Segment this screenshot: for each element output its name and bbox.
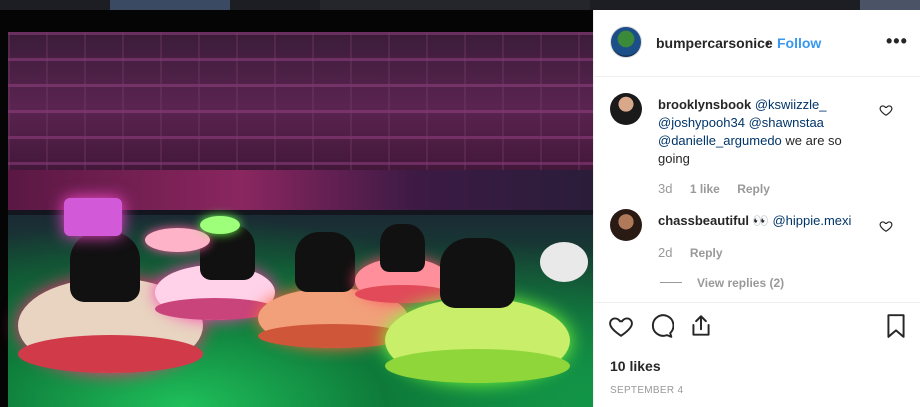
bumper-car: [385, 298, 570, 383]
bumper-car: [200, 216, 240, 234]
comment-time[interactable]: 3d: [658, 181, 672, 196]
background-page-strip: [0, 0, 920, 10]
view-replies-divider: [660, 282, 682, 283]
share-icon[interactable]: [688, 313, 714, 339]
comment-meta: 2d Reply: [658, 245, 737, 260]
post-side-panel: bumpercarsonice • Follow ••• brooklynsbo…: [593, 10, 920, 407]
follow-button[interactable]: Follow: [777, 35, 821, 51]
comment-meta: 3d 1 like Reply: [658, 181, 784, 196]
commenter-avatar[interactable]: [610, 93, 642, 125]
likes-count[interactable]: 10 likes: [610, 358, 661, 374]
glowing-block: [64, 198, 122, 236]
mention-link[interactable]: @hippie.mexi: [772, 213, 851, 228]
comment-bubble-icon[interactable]: [648, 313, 674, 339]
heart-outline-icon[interactable]: [608, 313, 634, 339]
reply-button[interactable]: Reply: [737, 182, 770, 196]
more-options-icon[interactable]: •••: [886, 31, 908, 52]
view-replies-button[interactable]: View replies (2): [697, 276, 798, 290]
separator-dot: •: [765, 35, 770, 51]
author-avatar[interactable]: [610, 26, 642, 58]
post-actions: 10 likes SEPTEMBER 4: [594, 302, 920, 407]
mention-link[interactable]: @shawnstaa: [749, 115, 824, 130]
comment-username[interactable]: brooklynsbook: [658, 97, 751, 112]
eyes-emoji: 👀: [752, 213, 769, 228]
commenter-avatar[interactable]: [610, 209, 642, 241]
bumper-car: [145, 228, 210, 252]
post-header: bumpercarsonice • Follow •••: [594, 10, 920, 77]
post-photo: [0, 10, 593, 407]
comment-text: chassbeautiful 👀 @hippie.mexi: [658, 212, 873, 230]
comment-item: brooklynsbook @kswiizzle_ @joshypooh34 @…: [594, 85, 920, 196]
comment-time[interactable]: 2d: [658, 245, 672, 260]
bumper-car: [540, 242, 588, 282]
post-date[interactable]: SEPTEMBER 4: [610, 385, 683, 396]
comment-username[interactable]: chassbeautiful: [658, 213, 749, 228]
heart-outline-icon[interactable]: [879, 219, 893, 233]
reply-button[interactable]: Reply: [690, 246, 723, 260]
rink-roof: [8, 32, 593, 182]
author-username[interactable]: bumpercarsonice: [656, 35, 773, 51]
heart-outline-icon[interactable]: [879, 103, 893, 117]
mention-link[interactable]: @danielle_argumedo: [658, 133, 782, 148]
mention-link[interactable]: @joshypooh34: [658, 115, 745, 130]
comment-like-count[interactable]: 1 like: [690, 182, 720, 196]
bookmark-icon[interactable]: [883, 313, 909, 339]
comment-item: chassbeautiful 👀 @hippie.mexi 2d Reply V…: [594, 205, 920, 295]
comment-text: brooklynsbook @kswiizzle_ @joshypooh34 @…: [658, 96, 873, 168]
mention-link[interactable]: @kswiizzle_: [755, 97, 827, 112]
